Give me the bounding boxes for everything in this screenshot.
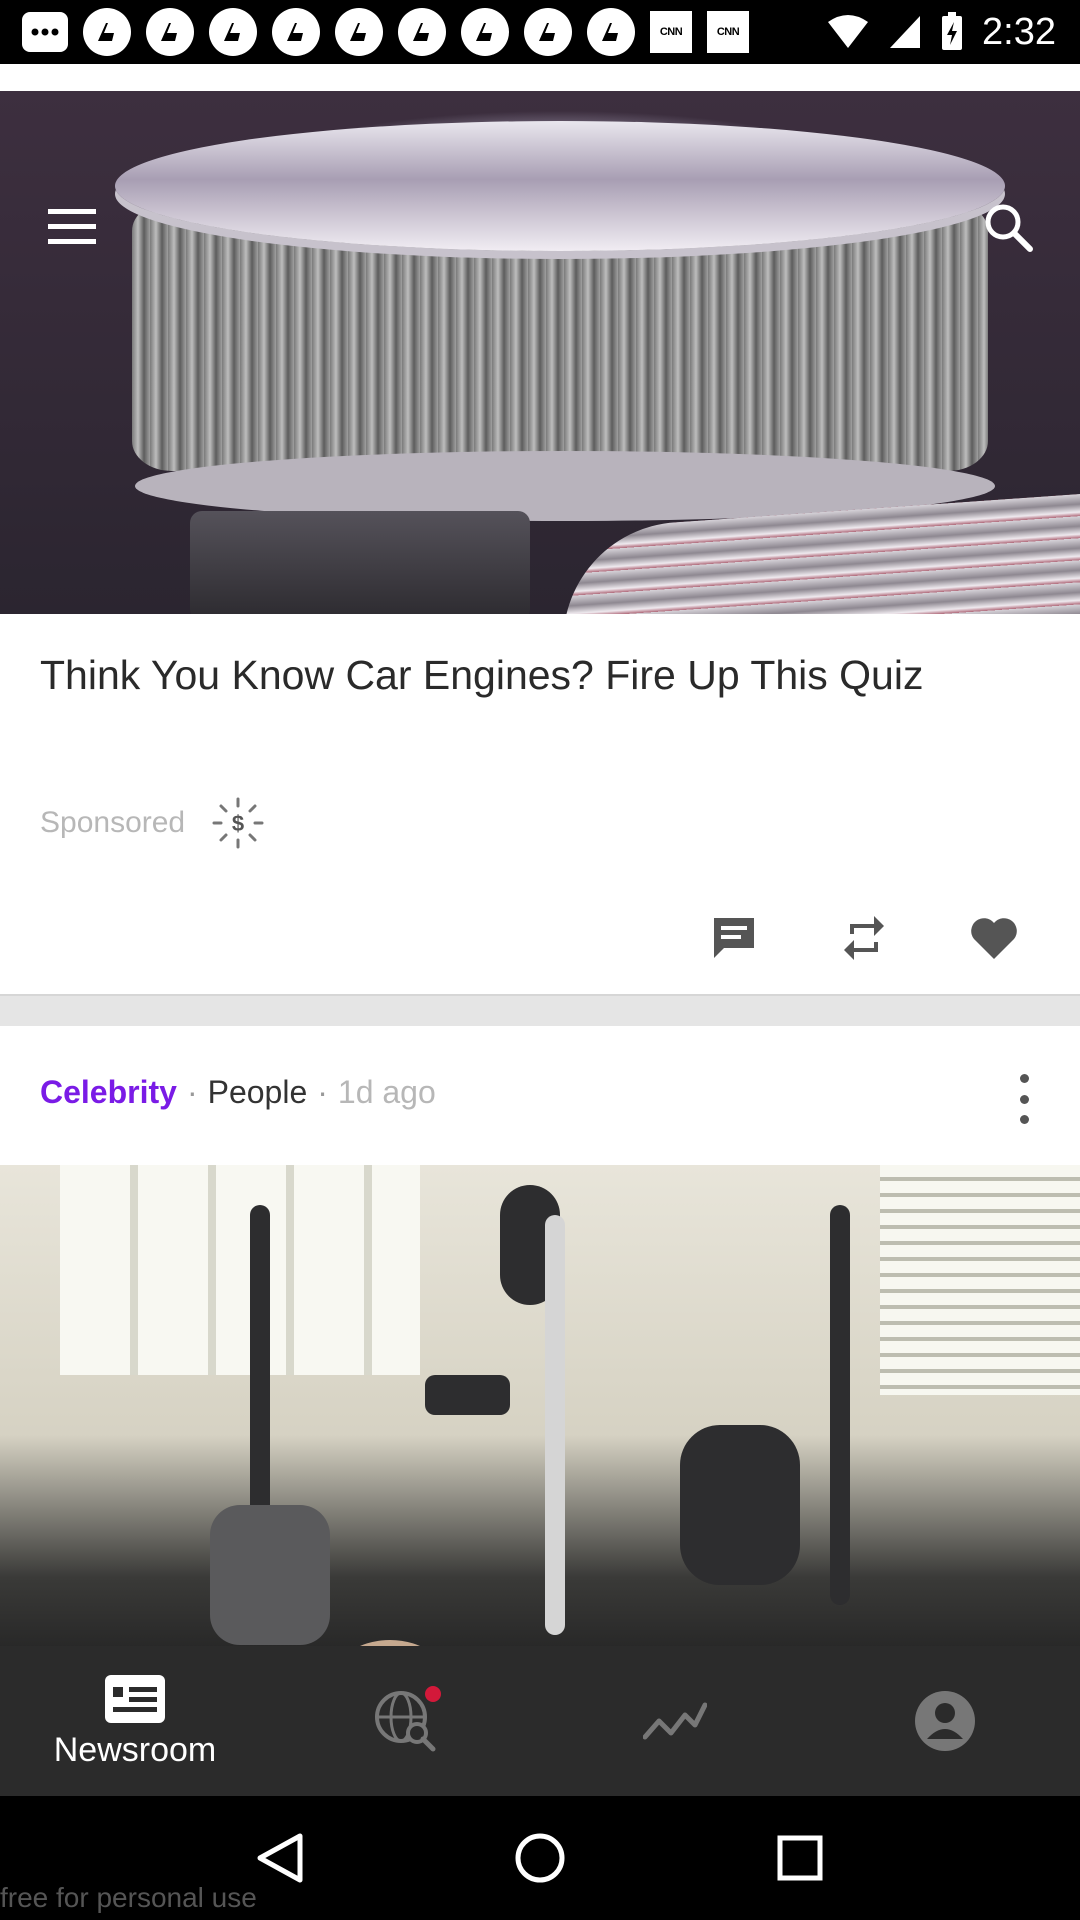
- newsroom-icon: [105, 1674, 165, 1723]
- nav-discover[interactable]: [270, 1646, 540, 1796]
- search-icon: [985, 204, 1033, 252]
- comment-button[interactable]: [708, 912, 760, 964]
- image-part: [60, 1165, 420, 1375]
- nav-newsroom[interactable]: Newsroom: [0, 1646, 270, 1796]
- source-link[interactable]: People: [208, 1074, 308, 1111]
- search-button[interactable]: [972, 191, 1044, 263]
- image-part: [545, 1215, 565, 1635]
- image-part: [880, 1165, 1080, 1395]
- status-bar: CNN CNN 2:32: [0, 0, 1080, 64]
- watermark-text: free for personal use: [0, 1882, 257, 1913]
- article-actions: [708, 912, 1020, 964]
- notification-dot: [425, 1686, 441, 1702]
- more-vert-icon: [1019, 1115, 1029, 1124]
- repost-icon: [844, 916, 884, 960]
- app-icon: [398, 8, 446, 56]
- hero-image-engine[interactable]: [0, 91, 1080, 614]
- timestamp: 1d ago: [337, 1074, 436, 1110]
- more-vert-icon: [1019, 1094, 1029, 1104]
- app-icon: [146, 8, 194, 56]
- notification-icons: CNN CNN: [22, 8, 749, 56]
- bottom-navigation: Newsroom: [0, 1646, 1080, 1796]
- nav-label: Newsroom: [53, 1730, 217, 1769]
- menu-button[interactable]: [36, 191, 108, 263]
- app-icon: [272, 8, 320, 56]
- like-button[interactable]: [968, 912, 1020, 964]
- meta-separator: ·: [186, 1074, 198, 1110]
- heart-icon: [971, 918, 1017, 959]
- meta-separator: ·: [317, 1074, 328, 1110]
- home-icon: [515, 1833, 565, 1883]
- svg-text:$: $: [232, 811, 244, 836]
- sponsored-row: Sponsored $: [40, 796, 265, 850]
- back-icon: [257, 1833, 303, 1883]
- battery-charging-icon: [942, 12, 963, 50]
- app-icon: [209, 8, 257, 56]
- image-part: [830, 1205, 850, 1605]
- article-title[interactable]: Think You Know Car Engines? Fire Up This…: [40, 644, 1040, 706]
- hero-image-part: [190, 511, 530, 614]
- nav-profile[interactable]: [810, 1646, 1080, 1796]
- app-icon: [587, 8, 635, 56]
- category-link[interactable]: Celebrity: [40, 1074, 177, 1111]
- card-divider: [0, 994, 1080, 1026]
- article-image-gym[interactable]: [0, 1165, 1080, 1646]
- cnn-badge: CNN: [707, 11, 749, 53]
- recents-button[interactable]: [768, 1826, 832, 1890]
- image-part: [425, 1375, 510, 1415]
- home-button[interactable]: [508, 1826, 572, 1890]
- comment-icon: [714, 918, 754, 958]
- trending-chart-icon: [643, 1702, 707, 1740]
- profile-icon: [915, 1691, 975, 1751]
- news-feed[interactable]: Think You Know Car Engines? Fire Up This…: [0, 64, 1080, 1646]
- more-vert-icon: [1019, 1074, 1029, 1083]
- dollar-badge-icon: $: [212, 797, 264, 849]
- app-icon: [335, 8, 383, 56]
- more-options-button[interactable]: [1012, 1074, 1036, 1124]
- back-button[interactable]: [248, 1826, 312, 1890]
- app-icon: [524, 8, 572, 56]
- app-icon: [461, 8, 509, 56]
- message-icon: [22, 12, 68, 52]
- hamburger-menu-icon: [48, 209, 96, 244]
- clock: 2:32: [982, 10, 1056, 53]
- nav-trending[interactable]: [540, 1646, 810, 1796]
- recents-icon: [777, 1835, 823, 1881]
- cnn-badge: CNN: [650, 11, 692, 53]
- image-part: [680, 1425, 800, 1585]
- hero-image-part: [115, 121, 1005, 251]
- repost-button[interactable]: [838, 912, 890, 964]
- status-indicators: 2:32: [826, 11, 1056, 54]
- wifi-icon: [828, 15, 869, 48]
- cell-signal-icon: [890, 16, 921, 48]
- sponsored-label: Sponsored: [40, 806, 186, 839]
- image-part: [210, 1505, 330, 1645]
- article-meta: Celebrity · People · 1d ago: [40, 1074, 1040, 1111]
- app-icon: [83, 8, 131, 56]
